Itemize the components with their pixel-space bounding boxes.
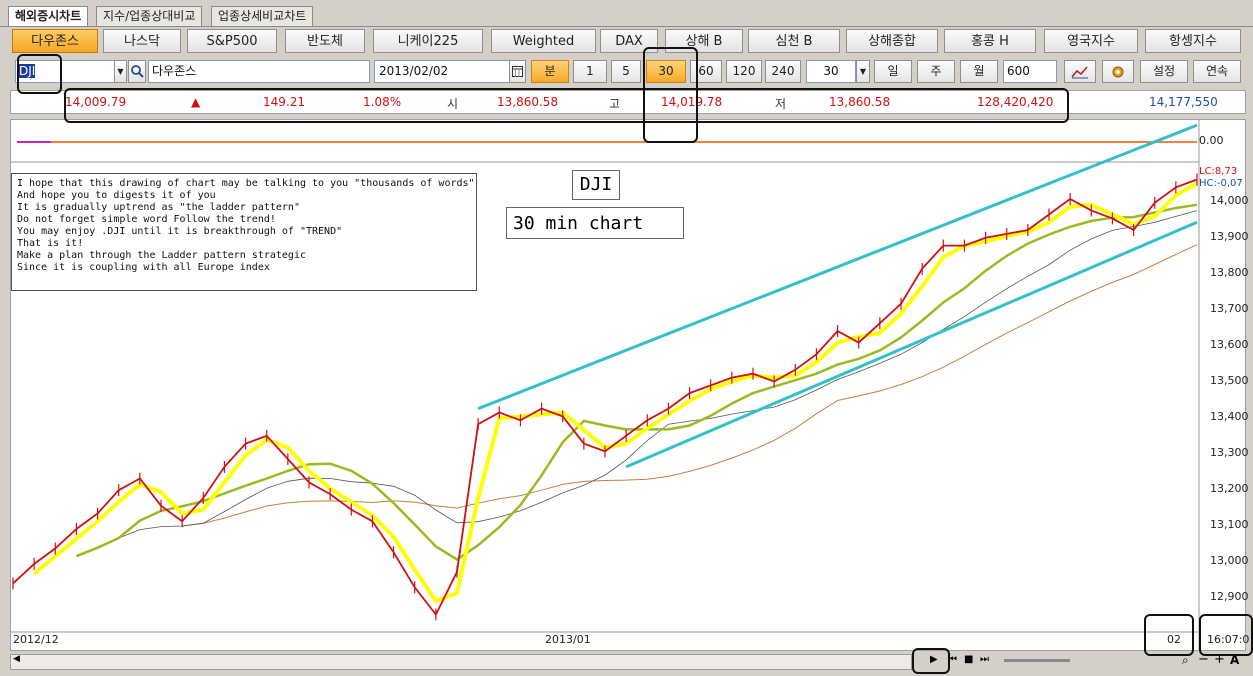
horizontal-scrollbar[interactable]: ◀ (10, 654, 912, 670)
annotation-line: Since it is coupling with all Europe ind… (17, 262, 270, 273)
tab-bar: 해외증시차트 지수/업종상대비교 업종상세비교차트 (0, 0, 1253, 27)
annotation-line: And hope you to digests it of you (17, 190, 216, 201)
period-button-240[interactable]: 240 (765, 60, 801, 83)
chart-subtitle-label: 30 min chart (506, 207, 684, 239)
market-button-2[interactable]: S&P500 (187, 29, 277, 53)
fast-forward-icon[interactable]: ⏭ (980, 654, 989, 665)
y-tick-label: 14,000 (1210, 194, 1249, 207)
x-label-start: 2012/12 (13, 633, 59, 646)
annotation-line: That is it! (17, 238, 84, 249)
gear-icon[interactable] (1102, 60, 1134, 83)
y-tick-label: 13,900 (1210, 230, 1249, 243)
minute-unit-button[interactable]: 분 (531, 60, 569, 83)
market-button-8[interactable]: 심천 B (748, 29, 840, 53)
highlight-symbol (17, 54, 62, 94)
annotation-line: You may enjoy .DJI until it is breakthro… (17, 226, 343, 237)
y-tick-label: 13,200 (1210, 482, 1249, 495)
chart-area[interactable]: I hope that this drawing of chart may be… (10, 119, 1249, 651)
highlight-play (912, 648, 950, 674)
highlight-quote (64, 88, 1069, 123)
annotation-line: I hope that this drawing of chart may be… (17, 178, 475, 189)
month-button[interactable]: 월 (960, 60, 998, 83)
market-button-11[interactable]: 영국지수 (1044, 29, 1138, 53)
market-button-4[interactable]: 니케이225 (373, 29, 483, 53)
period-dropdown[interactable]: ▼ (856, 60, 870, 83)
extra-value: 14,177,550 (1149, 95, 1218, 109)
market-button-1[interactable]: 나스닥 (103, 29, 181, 53)
annotation-line: Do not forget simple word Follow the tre… (17, 214, 276, 225)
symbol-name-field: 다우존스 (148, 60, 370, 83)
calendar-icon[interactable] (509, 60, 526, 83)
y-tick-label: 13,600 (1210, 338, 1249, 351)
bottom-toolbar: ◀ ▶ ⏮ ■ ⏭ ⌕ − + A (0, 652, 1253, 676)
y-tick-label: 12,900 (1210, 590, 1249, 603)
period-button-120[interactable]: 120 (726, 60, 762, 83)
period-button-1[interactable]: 1 (573, 60, 607, 83)
annotation-line: Make a plan through the Ladder pattern s… (17, 250, 306, 261)
period-value-input[interactable]: 30 (806, 60, 856, 83)
settings-button[interactable]: 설정 (1140, 60, 1188, 83)
bar-count-input[interactable]: 600 (1003, 60, 1057, 83)
chart-title-label: DJI (572, 170, 620, 200)
highlight-day (1144, 614, 1194, 656)
lower-trendline (625, 220, 1198, 469)
market-button-10[interactable]: 홍콩 H (944, 29, 1036, 53)
annotation-line: It is gradually uptrend as "the ladder p… (17, 202, 300, 213)
week-button[interactable]: 주 (917, 60, 955, 83)
tab-index-compare[interactable]: 지수/업종상대비교 (96, 6, 203, 26)
y-tick-label: 13,000 (1210, 554, 1249, 567)
y-tick-label: 13,700 (1210, 302, 1249, 315)
stop-icon[interactable]: ■ (964, 654, 973, 665)
y-tick-label: 13,400 (1210, 410, 1249, 423)
market-button-3[interactable]: 반도체 (285, 29, 365, 53)
legend-hc: HC:-0,07 (1199, 178, 1243, 189)
tab-sector-compare[interactable]: 업종상세비교차트 (211, 6, 314, 26)
market-button-0[interactable]: 다우존스 (12, 29, 98, 53)
y-tick-label: 13,800 (1210, 266, 1249, 279)
y-tick-label: 13,500 (1210, 374, 1249, 387)
day-button[interactable]: 일 (874, 60, 912, 83)
indicator-zero-label: 0.00 (1199, 134, 1224, 147)
tab-overseas-chart[interactable]: 해외증시차트 (8, 6, 89, 26)
search-icon[interactable] (128, 60, 146, 83)
market-button-9[interactable]: 상해종합 (846, 29, 938, 53)
period-button-5[interactable]: 5 (611, 60, 641, 83)
market-button-5[interactable]: Weighted (491, 29, 596, 53)
y-tick-label: 13,100 (1210, 518, 1249, 531)
date-input[interactable]: 2013/02/02 (374, 60, 526, 83)
continuous-button[interactable]: 연속 (1193, 60, 1241, 83)
y-tick-label: 13,300 (1210, 446, 1249, 459)
scroll-left-icon[interactable]: ◀ (13, 654, 20, 664)
market-button-12[interactable]: 항셍지수 (1145, 29, 1241, 53)
indicator-icon[interactable] (1064, 60, 1096, 83)
x-label-mid: 2013/01 (545, 633, 591, 646)
symbol-dropdown[interactable]: ▼ (114, 60, 127, 83)
chart-annotation-box: I hope that this drawing of chart may be… (11, 173, 477, 291)
speed-slider[interactable] (1004, 659, 1070, 662)
highlight-time (1199, 614, 1253, 656)
legend-lc: LC:8,73 (1199, 166, 1238, 177)
